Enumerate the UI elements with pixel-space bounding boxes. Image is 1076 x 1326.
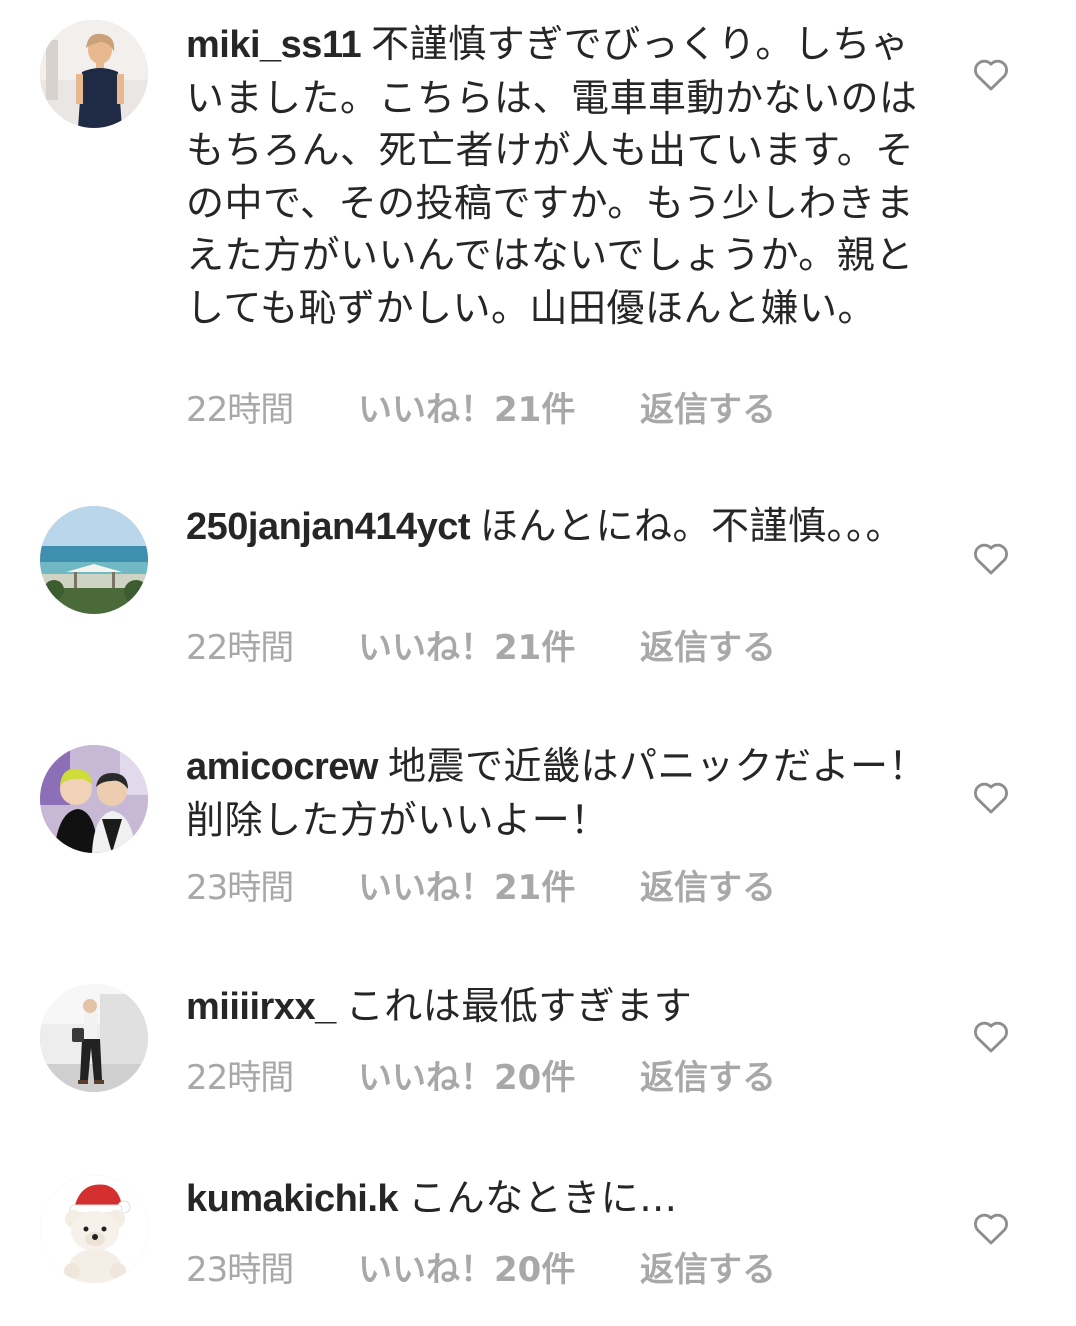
profile-photo-teddy-bear-icon[interactable]	[40, 1175, 148, 1283]
comment-text-block: miki_ss11 不謹慎すぎでびっくり。しちゃいました。こちらは、電車車動かない…	[186, 18, 934, 334]
comment-time: 23時間	[186, 1250, 294, 1290]
profile-photo-two-people-icon[interactable]	[40, 745, 148, 853]
reply-button[interactable]: 返信する	[640, 1242, 776, 1291]
comment-body: こんなときに…	[408, 1176, 678, 1220]
comment-body: 不謹慎すぎでびっくり。しちゃいました。こちらは、電車車動かないのはもちろん、死亡…	[186, 22, 918, 330]
comment-likes-link[interactable]: いいね！21件	[358, 620, 575, 669]
comment-likes-link[interactable]: いいね！21件	[358, 860, 575, 909]
comment-username[interactable]: 250janjan414yct	[186, 506, 471, 548]
profile-photo-standing-person-icon[interactable]	[40, 984, 148, 1092]
comment-body: これは最低すぎます	[345, 984, 693, 1028]
reply-button[interactable]: 返信する	[640, 382, 776, 431]
comment-username[interactable]: miiiirxx_	[186, 986, 336, 1028]
heart-outline-icon[interactable]	[972, 56, 1010, 92]
comment-text-block: miiiirxx_ これは最低すぎます	[186, 980, 934, 1034]
comment-likes-link[interactable]: いいね！20件	[358, 1242, 575, 1291]
comment-time: 23時間	[186, 868, 294, 908]
reply-button[interactable]: 返信する	[640, 860, 776, 909]
comment-text-block: kumakichi.k こんなときに…	[186, 1172, 934, 1226]
comment-username[interactable]: miki_ss11	[186, 24, 362, 66]
comment-text-block: 250janjan414yct ほんとにね。不謹慎。。。	[186, 500, 934, 554]
reply-button[interactable]: 返信する	[640, 620, 776, 669]
profile-photo-woman-icon[interactable]	[40, 20, 148, 128]
comment-likes-link[interactable]: いいね！21件	[358, 382, 575, 431]
comment-text-block: amicocrew 地震で近畿はパニックだよー！削除した方がいいよー！	[186, 740, 934, 846]
comment-time: 22時間	[186, 390, 294, 430]
comment-likes-link[interactable]: いいね！20件	[358, 1050, 575, 1099]
heart-outline-icon[interactable]	[972, 540, 1010, 576]
heart-outline-icon[interactable]	[972, 1018, 1010, 1054]
comment-username[interactable]: amicocrew	[186, 746, 378, 788]
comment-time: 22時間	[186, 1058, 294, 1098]
comment-body: ほんとにね。不謹慎。。。	[480, 504, 905, 548]
heart-outline-icon[interactable]	[972, 779, 1010, 815]
heart-outline-icon[interactable]	[972, 1210, 1010, 1246]
comment-username[interactable]: kumakichi.k	[186, 1178, 399, 1220]
reply-button[interactable]: 返信する	[640, 1050, 776, 1099]
comment-time: 22時間	[186, 628, 294, 668]
profile-photo-beach-icon[interactable]	[40, 506, 148, 614]
